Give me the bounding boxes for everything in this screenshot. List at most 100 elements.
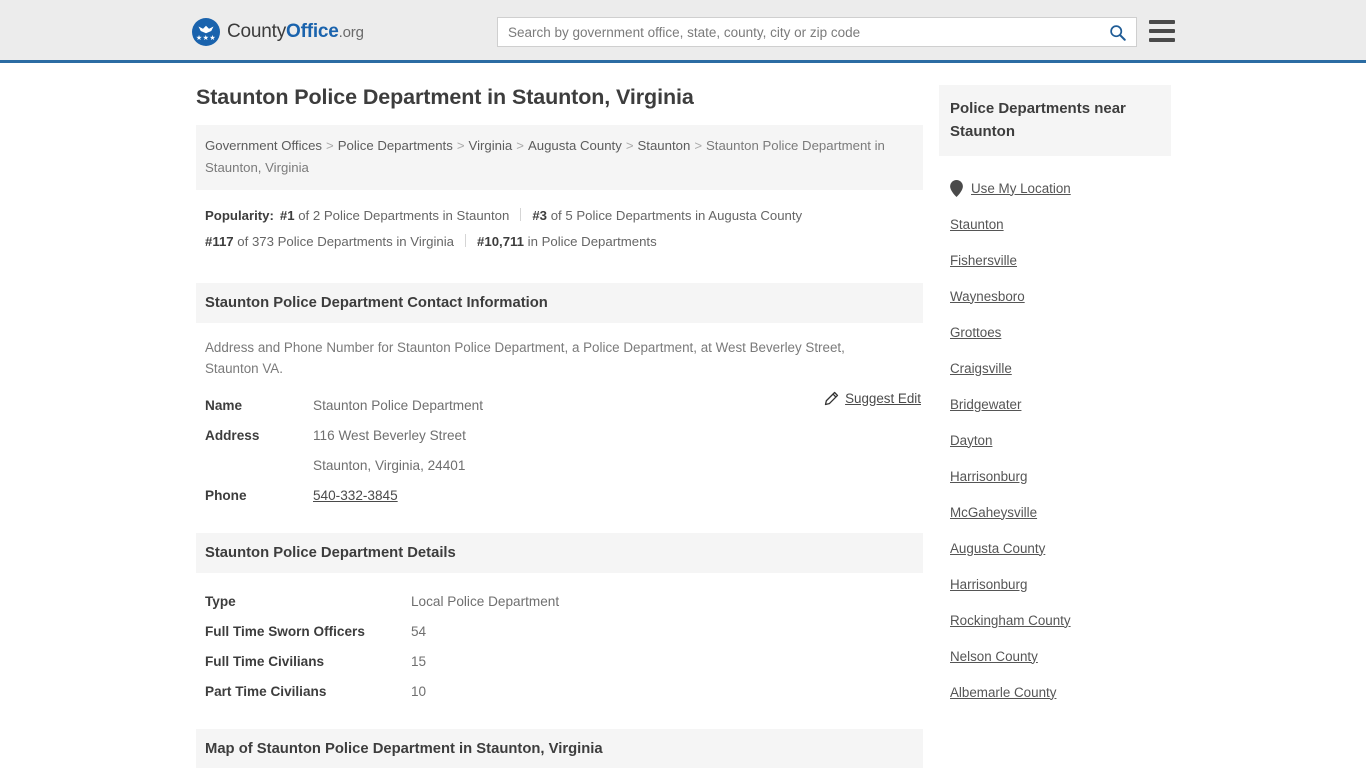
hamburger-menu-icon[interactable] bbox=[1149, 20, 1175, 42]
sidebar-link-augusta-county[interactable]: Augusta County bbox=[950, 541, 1045, 556]
details-value-full-time-civilians: 15 bbox=[411, 654, 427, 669]
page-title: Staunton Police Department in Staunton, … bbox=[196, 85, 694, 109]
sidebar-item-harrisonburg-2[interactable]: Harrisonburg bbox=[939, 566, 1171, 602]
contact-row-address-line2: Staunton, Virginia, 24401 bbox=[205, 451, 914, 481]
details-row-type: Type Local Police Department bbox=[205, 587, 914, 617]
sidebar-item-nelson-county[interactable]: Nelson County bbox=[939, 638, 1171, 674]
sidebar-title: Police Departments near Staunton bbox=[939, 85, 1171, 156]
popularity-item-state: #117 of 373 Police Departments in Virgin… bbox=[205, 234, 454, 249]
search-icon bbox=[1109, 24, 1126, 41]
breadcrumb-item-staunton[interactable]: Staunton bbox=[638, 138, 691, 153]
contact-value-address-line2: Staunton, Virginia, 24401 bbox=[313, 458, 466, 473]
search-button[interactable] bbox=[1098, 18, 1136, 46]
popularity-text-national: in Police Departments bbox=[527, 234, 657, 249]
sidebar-item-craigsville[interactable]: Craigsville bbox=[939, 350, 1171, 386]
use-my-location-link[interactable]: Use My Location bbox=[971, 181, 1071, 196]
search-input[interactable] bbox=[498, 18, 1098, 46]
contact-key-name: Name bbox=[205, 398, 243, 413]
sidebar-link-harrisonburg-2[interactable]: Harrisonburg bbox=[950, 577, 1027, 592]
popularity-item-national: #10,711 in Police Departments bbox=[477, 234, 657, 249]
contact-row-phone: Phone 540-332-3845 bbox=[205, 481, 914, 511]
popularity-text-state: of 373 Police Departments in Virginia bbox=[237, 234, 455, 249]
details-row-full-time-civilians: Full Time Civilians 15 bbox=[205, 647, 914, 677]
sidebar-item-use-my-location[interactable]: Use My Location bbox=[939, 170, 1171, 206]
sidebar-item-grottoes[interactable]: Grottoes bbox=[939, 314, 1171, 350]
contact-key-phone: Phone bbox=[205, 488, 247, 503]
eagle-glyph-icon bbox=[198, 25, 214, 34]
breadcrumb-separator-icon: > bbox=[456, 138, 465, 153]
popularity-text-city: of 2 Police Departments in Staunton bbox=[298, 208, 510, 223]
popularity-rank-city: #1 bbox=[279, 208, 295, 223]
sidebar-item-fishersville[interactable]: Fishersville bbox=[939, 242, 1171, 278]
details-row-sworn-officers: Full Time Sworn Officers 54 bbox=[205, 617, 914, 647]
sidebar-link-nelson-county[interactable]: Nelson County bbox=[950, 649, 1038, 664]
sidebar-item-harrisonburg[interactable]: Harrisonburg bbox=[939, 458, 1171, 494]
sidebar-item-rockingham-county[interactable]: Rockingham County bbox=[939, 602, 1171, 638]
details-value-type: Local Police Department bbox=[411, 594, 560, 609]
breadcrumb-item-virginia[interactable]: Virginia bbox=[469, 138, 513, 153]
map-section-header: Map of Staunton Police Department in Sta… bbox=[196, 729, 923, 768]
sidebar-list: Use My Location Staunton Fishersville Wa… bbox=[939, 156, 1171, 710]
sidebar-link-rockingham-county[interactable]: Rockingham County bbox=[950, 613, 1071, 628]
sidebar-link-waynesboro[interactable]: Waynesboro bbox=[950, 289, 1025, 304]
popularity-divider bbox=[520, 208, 522, 221]
popularity-divider bbox=[465, 234, 467, 247]
logo-text-county: County bbox=[227, 21, 287, 42]
sidebar-item-augusta-county[interactable]: Augusta County bbox=[939, 530, 1171, 566]
phone-link[interactable]: 540-332-3845 bbox=[313, 488, 398, 503]
details-section-header: Staunton Police Department Details bbox=[196, 533, 923, 573]
details-row-part-time-civilians: Part Time Civilians 10 bbox=[205, 677, 914, 707]
popularity-item-county: #3 of 5 Police Departments in Augusta Co… bbox=[532, 208, 802, 223]
sidebar-item-waynesboro[interactable]: Waynesboro bbox=[939, 278, 1171, 314]
sidebar-link-harrisonburg[interactable]: Harrisonburg bbox=[950, 469, 1027, 484]
sidebar-item-albemarle-county[interactable]: Albemarle County bbox=[939, 674, 1171, 710]
breadcrumb-item-police-departments[interactable]: Police Departments bbox=[338, 138, 453, 153]
contact-rows: Suggest Edit Name Staunton Police Depart… bbox=[196, 379, 923, 511]
breadcrumb-separator-icon: > bbox=[694, 138, 703, 153]
sidebar-link-staunton[interactable]: Staunton bbox=[950, 217, 1004, 232]
sidebar-item-dayton[interactable]: Dayton bbox=[939, 422, 1171, 458]
sidebar-link-mcgaheysville[interactable]: McGaheysville bbox=[950, 505, 1037, 520]
details-key-type: Type bbox=[205, 594, 236, 609]
eagle-seal-logo-icon: ★★★ bbox=[192, 18, 220, 46]
contact-key-address: Address bbox=[205, 428, 260, 443]
hamburger-bar-1 bbox=[1149, 20, 1175, 24]
details-value-part-time-civilians: 10 bbox=[411, 684, 427, 699]
details-key-full-time-civilians: Full Time Civilians bbox=[205, 654, 325, 669]
details-value-sworn-officers: 54 bbox=[411, 624, 427, 639]
sidebar-item-mcgaheysville[interactable]: McGaheysville bbox=[939, 494, 1171, 530]
main-content: Staunton Police Department in Staunton, … bbox=[196, 85, 923, 768]
suggest-edit-label: Suggest Edit bbox=[845, 391, 921, 406]
sidebar-item-bridgewater[interactable]: Bridgewater bbox=[939, 386, 1171, 422]
sidebar-link-dayton[interactable]: Dayton bbox=[950, 433, 992, 448]
sidebar-link-fishersville[interactable]: Fishersville bbox=[950, 253, 1017, 268]
breadcrumb-item-government-offices[interactable]: Government Offices bbox=[205, 138, 322, 153]
popularity-item-city: #1 of 2 Police Departments in Staunton bbox=[280, 208, 509, 223]
breadcrumb-separator-icon: > bbox=[516, 138, 524, 153]
popularity-text-county: of 5 Police Departments in Augusta Count… bbox=[550, 208, 803, 223]
sidebar: Police Departments near Staunton Use My … bbox=[939, 85, 1171, 710]
site-logo[interactable]: ★★★ CountyOffice.org bbox=[192, 18, 364, 46]
search-bar[interactable] bbox=[497, 17, 1137, 47]
sidebar-link-bridgewater[interactable]: Bridgewater bbox=[950, 397, 1021, 412]
breadcrumb-separator-icon: > bbox=[625, 138, 634, 153]
sidebar-link-craigsville[interactable]: Craigsville bbox=[950, 361, 1012, 376]
site-logo-text: CountyOffice.org bbox=[227, 21, 364, 43]
page-body: Staunton Police Department in Staunton, … bbox=[0, 63, 1366, 768]
popularity-label: Popularity: bbox=[205, 208, 274, 223]
sidebar-link-albemarle-county[interactable]: Albemarle County bbox=[950, 685, 1056, 700]
map-pin-icon bbox=[950, 179, 963, 197]
popularity-rank-state: #117 bbox=[205, 234, 234, 249]
suggest-edit-button[interactable]: Suggest Edit bbox=[824, 391, 921, 406]
popularity-rank-national: #10,711 bbox=[477, 234, 524, 249]
contact-section-header: Staunton Police Department Contact Infor… bbox=[196, 283, 923, 323]
contact-row-address: Address 116 West Beverley Street bbox=[205, 421, 914, 451]
details-key-part-time-civilians: Part Time Civilians bbox=[205, 684, 327, 699]
breadcrumb: Government Offices > Police Departments > Vi… bbox=[196, 125, 923, 190]
sidebar-item-staunton[interactable]: Staunton bbox=[939, 206, 1171, 242]
breadcrumb-item-augusta-county[interactable]: Augusta County bbox=[528, 138, 622, 153]
contact-value-phone: 540-332-3845 bbox=[313, 481, 398, 511]
sidebar-link-grottoes[interactable]: Grottoes bbox=[950, 325, 1001, 340]
logo-text-office: Office bbox=[286, 21, 339, 42]
hamburger-bar-3 bbox=[1149, 38, 1175, 42]
